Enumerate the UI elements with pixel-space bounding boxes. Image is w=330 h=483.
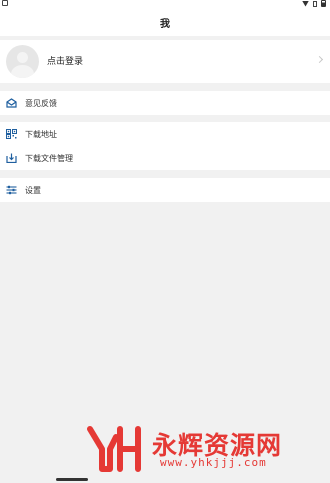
menu-label-settings: 设置 (25, 186, 41, 195)
menu-section-downloads: 下载地址 下载文件管理 (0, 122, 330, 170)
menu-item-download-address[interactable]: 下载地址 (0, 122, 330, 146)
menu-label-feedback: 意见反馈 (25, 99, 57, 108)
avatar[interactable] (6, 45, 39, 78)
menu-label-download-manager: 下载文件管理 (25, 154, 73, 163)
title-bar: 我 (0, 8, 330, 36)
battery-icon (321, 0, 326, 7)
login-card[interactable]: 点击登录 (0, 40, 330, 83)
settings-icon (6, 185, 17, 195)
login-label: 点击登录 (47, 57, 84, 67)
menu-label-download-address: 下载地址 (25, 130, 57, 139)
status-icons (302, 0, 326, 7)
notification-icon (2, 0, 8, 6)
download-icon (6, 153, 17, 163)
qr-code-icon (6, 129, 17, 139)
status-bar (0, 0, 330, 8)
menu-item-download-manager[interactable]: 下载文件管理 (0, 146, 330, 170)
watermark-logo-icon (86, 423, 144, 473)
menu-item-settings[interactable]: 设置 (0, 178, 330, 202)
menu-section-feedback: 意见反馈 (0, 91, 330, 115)
chevron-right-icon (315, 55, 324, 64)
signal-icon (313, 0, 317, 7)
menu-item-feedback[interactable]: 意见反馈 (0, 91, 330, 115)
wifi-icon (302, 0, 309, 7)
page-title: 我 (160, 18, 170, 30)
menu-section-settings: 设置 (0, 178, 330, 202)
home-indicator (56, 478, 88, 481)
watermark: 永辉资源网 www.yhkjjj.com (86, 422, 306, 474)
watermark-url: www.yhkjjj.com (160, 456, 267, 469)
feedback-icon (6, 98, 17, 108)
